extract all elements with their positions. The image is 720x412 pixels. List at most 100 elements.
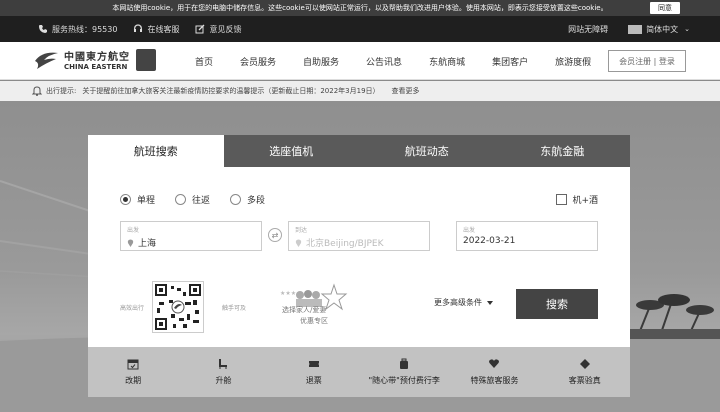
radio-one-way[interactable]: 单程: [120, 193, 155, 206]
main-nav: 中國東方航空 CHINA EASTERN 首页 会员服务 自助服务 公告讯息 东…: [0, 42, 720, 80]
nav-item-member[interactable]: 会员服务: [240, 55, 276, 68]
calendar-icon: [127, 359, 139, 370]
quick-label: 特殊旅客服务: [470, 376, 519, 385]
qr-right-text: 触手可及: [221, 305, 246, 312]
swallow-logo-icon: [35, 52, 58, 69]
quick-label: "随心带"预付费行李: [368, 376, 440, 385]
top-bar: 服务热线：95530 在线客服 意见反馈 网站无障碍 简体中文 ⌄: [0, 16, 720, 42]
tab-finance[interactable]: 东航金融: [494, 135, 630, 167]
quick-reschedule[interactable]: 改期: [88, 347, 178, 397]
quick-label: 退票: [305, 376, 322, 385]
qr-code: [152, 281, 204, 333]
language-select[interactable]: 简体中文: [646, 24, 678, 35]
online-service-link[interactable]: 在线客服: [133, 24, 179, 35]
headset-icon: [134, 24, 143, 32]
search-button[interactable]: 搜索: [516, 289, 598, 319]
flight-hotel-label: 机+酒: [572, 196, 598, 206]
quick-label: 改期: [125, 376, 142, 385]
qr-promo: 高效出行 触手可及: [120, 281, 246, 335]
departure-value-wrap: 上海: [127, 236, 156, 249]
quick-ticket-verify[interactable]: 客票验真: [540, 347, 630, 397]
flight-search-panel: 航班搜索 选座值机 航班动态 东航金融 单程 往返 多段 机+酒 出发 上海 ⇄…: [88, 135, 630, 347]
phone-icon: [39, 25, 47, 33]
departure-date-field[interactable]: 出发 2022-03-21: [456, 221, 598, 251]
promo-line2: 优惠专区: [300, 317, 328, 325]
trip-type-radios: 单程 往返 多段: [120, 193, 285, 206]
family-promo[interactable]: ★★★ 选择家人/爱妻 优惠专区: [278, 283, 350, 331]
nav-item-home[interactable]: 首页: [195, 55, 213, 68]
quick-label: 升舱: [215, 376, 232, 385]
logo-cn: 中國東方航空: [64, 52, 130, 63]
heart-hand-icon: [489, 359, 500, 368]
advanced-label: 更多高级条件: [434, 298, 482, 307]
cookie-bar: 本网站使用cookie，用于在您的电脑中储存信息。这些cookie可以使网站正常…: [0, 0, 720, 16]
advanced-options-toggle[interactable]: 更多高级条件: [434, 297, 493, 308]
departure-field[interactable]: 出发 上海: [120, 221, 262, 251]
ticket-icon: [308, 361, 319, 367]
location-pin-icon: [295, 239, 302, 247]
login-register-button[interactable]: 会员注册 | 登录: [608, 50, 686, 72]
nav-item-corporate[interactable]: 集团客户: [492, 55, 528, 68]
notice-text[interactable]: 关于提醒前往加拿大旅客关注最新疫情防控要求的温馨提示（更新截止日期：2022年3…: [82, 86, 379, 96]
luggage-icon: [400, 358, 409, 369]
travel-notice: 出行提示: 关于提醒前往加拿大旅客关注最新疫情防控要求的温馨提示（更新截止日期：…: [0, 81, 720, 101]
quick-upgrade[interactable]: 升舱: [178, 347, 268, 397]
arrival-field[interactable]: 到达 北京Beijing/BJPEK: [288, 221, 430, 251]
nav-item-mall[interactable]: 东航商城: [429, 55, 465, 68]
arrival-value-wrap: 北京Beijing/BJPEK: [295, 236, 384, 249]
cookie-text: 本网站使用cookie，用于在您的电脑中储存信息。这些cookie可以使网站正常…: [112, 4, 608, 12]
radio-round-trip[interactable]: 往返: [175, 193, 210, 206]
cookie-agree-button[interactable]: 同意: [650, 2, 680, 14]
search-tabs: 航班搜索 选座值机 航班动态 东航金融: [88, 135, 630, 167]
tab-seat-checkin[interactable]: 选座值机: [223, 135, 359, 167]
tab-flight-status[interactable]: 航班动态: [359, 135, 495, 167]
caret-down-icon: [487, 300, 493, 305]
diamond-icon: [579, 359, 590, 369]
radio-label: 多段: [247, 196, 266, 206]
radio-dot: [175, 194, 187, 205]
departure-value: 上海: [138, 239, 157, 249]
checkbox-box: [556, 194, 568, 205]
quick-services: 改期 升舱 退票 "随心带"预付费行李 特殊旅客服务 客票验真: [88, 347, 630, 397]
nav-item-travel[interactable]: 旅游度假: [555, 55, 591, 68]
quick-refund[interactable]: 退票: [269, 347, 359, 397]
arrival-placeholder: 北京Beijing/BJPEK: [306, 239, 384, 249]
chevron-down-icon: ⌄: [684, 25, 690, 33]
hotline: 服务热线：95530: [38, 24, 117, 35]
nav-item-announcements[interactable]: 公告讯息: [366, 55, 402, 68]
radio-multi-city[interactable]: 多段: [230, 193, 265, 206]
accessibility-link[interactable]: 网站无障碍: [568, 24, 608, 35]
qr-left-text: 高效出行: [120, 305, 145, 312]
nav-menu: 首页 会员服务 自助服务 公告讯息 东航商城 集团客户 旅游度假: [195, 42, 618, 80]
quick-prepaid-baggage[interactable]: "随心带"预付费行李: [359, 347, 449, 397]
hotline-text: 服务热线：95530: [52, 24, 118, 34]
china-flag-icon: [628, 24, 643, 34]
flight-hotel-checkbox[interactable]: 机+酒: [556, 193, 598, 206]
promo-line1: 选择家人/爱妻: [282, 306, 327, 314]
logo[interactable]: 中國東方航空 CHINA EASTERN: [34, 48, 156, 71]
quick-special-service[interactable]: 特殊旅客服务: [449, 347, 539, 397]
notice-more-link[interactable]: 查看更多: [392, 86, 420, 96]
nav-item-self-service[interactable]: 自助服务: [303, 55, 339, 68]
tab-flight-search[interactable]: 航班搜索: [88, 135, 224, 167]
quick-label: 客票验真: [568, 376, 601, 385]
logo-en: CHINA EASTERN: [64, 63, 128, 71]
radio-dot: [120, 194, 131, 205]
edit-icon: [195, 24, 205, 34]
svg-text:★★★: ★★★: [280, 290, 296, 297]
expo-badge-icon: [136, 48, 156, 71]
radio-label: 单程: [137, 196, 156, 206]
feedback-label: 意见反馈: [209, 24, 242, 34]
radio-label: 往返: [192, 196, 211, 206]
date-label: 出发: [463, 227, 476, 234]
departure-label: 出发: [127, 227, 140, 234]
swap-cities-button[interactable]: ⇄: [268, 228, 282, 242]
online-service-label: 在线客服: [147, 24, 180, 34]
seat-icon: [219, 359, 228, 369]
radio-dot: [230, 194, 242, 205]
feedback-link[interactable]: 意见反馈: [195, 24, 241, 35]
notice-label: 出行提示:: [46, 87, 77, 95]
arrival-label: 到达: [295, 227, 308, 234]
qr-code-icon: [155, 284, 201, 330]
location-pin-icon: [127, 239, 134, 247]
